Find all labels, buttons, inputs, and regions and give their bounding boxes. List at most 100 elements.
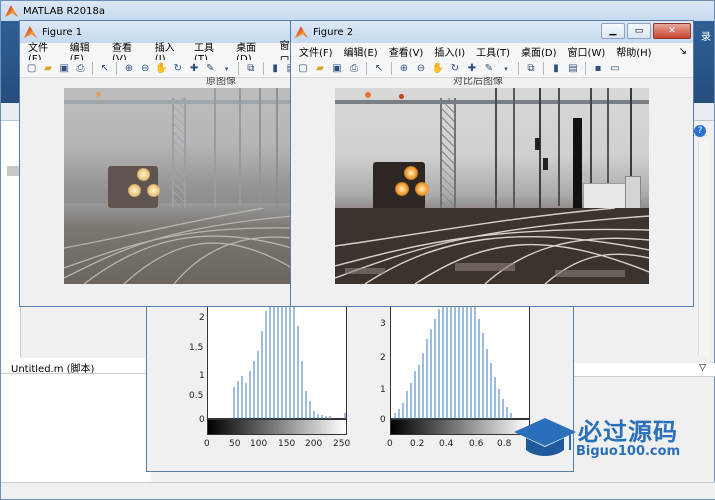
pan-icon[interactable]: ✋ bbox=[431, 62, 445, 76]
help-icon[interactable]: ? bbox=[694, 125, 706, 137]
figure2-menubar: 文件(F) 编辑(E) 查看(V) 插入(I) 工具(T) 桌面(D) 窗口(W… bbox=[291, 43, 693, 60]
link-plot-icon[interactable]: ⧉ bbox=[524, 62, 538, 76]
colorbar-icon[interactable]: ▮ bbox=[268, 62, 281, 76]
brush-icon[interactable]: ✎ bbox=[204, 62, 217, 76]
toolbar-separator bbox=[238, 62, 240, 75]
left-xtick-0: 0 bbox=[204, 439, 210, 449]
editor-area[interactable] bbox=[1, 374, 151, 484]
data-cursor-icon[interactable]: ✚ bbox=[465, 62, 479, 76]
right-hist-axes bbox=[390, 291, 530, 419]
data-cursor-icon[interactable]: ✚ bbox=[187, 62, 200, 76]
chevron-down-icon[interactable]: ▽ bbox=[699, 363, 706, 373]
left-hist-bars bbox=[233, 291, 346, 419]
toolbar-separator bbox=[116, 62, 118, 75]
matlab-logo-icon bbox=[5, 5, 18, 17]
maximize-button[interactable]: ▭ bbox=[627, 23, 651, 39]
figure1-title: Figure 1 bbox=[42, 26, 83, 38]
status-bar bbox=[1, 482, 715, 499]
figure2-titlebar[interactable]: Figure 2 ▁ ▭ ✕ bbox=[291, 21, 693, 43]
ribbon-right-label[interactable]: 录 bbox=[701, 28, 711, 43]
right-colorbar bbox=[390, 419, 530, 435]
left-ytick-1: 1 bbox=[199, 371, 205, 381]
right-ytick-3: 3 bbox=[380, 319, 386, 329]
open-folder-icon[interactable]: ▰ bbox=[313, 62, 327, 76]
hide-plot-tools-icon[interactable]: ▪ bbox=[591, 62, 605, 76]
menu-file[interactable]: 文件(F) bbox=[299, 44, 333, 59]
enhanced-contrast-train-image bbox=[335, 88, 649, 284]
watermark-logo: 必过源码 Biguo100.com bbox=[512, 410, 708, 466]
matlab-title: MATLAB R2018a bbox=[23, 5, 106, 17]
pointer-icon[interactable]: ↖ bbox=[372, 62, 386, 76]
right-ytick-0: 0 bbox=[380, 415, 386, 425]
show-plot-tools-icon[interactable]: ▭ bbox=[608, 62, 622, 76]
figure2-image-title: 对比后图像 bbox=[453, 77, 503, 87]
menu-insert[interactable]: 插入(I) bbox=[434, 44, 465, 59]
left-xtick-100: 100 bbox=[250, 439, 268, 449]
left-ytick-0: 0 bbox=[199, 415, 205, 425]
figure-icon bbox=[24, 26, 37, 38]
menu-tools[interactable]: 工具(T) bbox=[476, 44, 510, 59]
figure1-image-title: 原图像 bbox=[206, 77, 236, 87]
right-ytick-1: 1 bbox=[380, 385, 386, 395]
zoom-in-icon[interactable]: ⊕ bbox=[122, 62, 135, 76]
figure1-toolbar: ▢ ▰ ▣ ⎙ ↖ ⊕ ⊖ ✋ ↻ ✚ ✎ ▾ ⧉ ▮ ▤ bbox=[20, 60, 298, 78]
new-file-icon[interactable]: ▢ bbox=[296, 62, 310, 76]
menu-view[interactable]: 查看(V) bbox=[389, 44, 424, 59]
minimize-button[interactable]: ▁ bbox=[601, 23, 625, 39]
pan-icon[interactable]: ✋ bbox=[155, 62, 168, 76]
open-folder-icon[interactable]: ▰ bbox=[41, 62, 54, 76]
left-panel-marker bbox=[7, 166, 19, 176]
close-button[interactable]: ✕ bbox=[653, 23, 691, 39]
colorbar-icon[interactable]: ▮ bbox=[549, 62, 563, 76]
print-icon[interactable]: ⎙ bbox=[74, 62, 87, 76]
matlab-titlebar: MATLAB R2018a bbox=[1, 1, 714, 21]
pointer-icon[interactable]: ↖ bbox=[98, 62, 111, 76]
toolbar-separator bbox=[92, 62, 94, 75]
left-xtick-200: 200 bbox=[305, 439, 323, 449]
link-plot-icon[interactable]: ⧉ bbox=[244, 62, 257, 76]
menu-edit[interactable]: 编辑(E) bbox=[344, 44, 378, 59]
figure2-window: Figure 2 ▁ ▭ ✕ 文件(F) 编辑(E) 查看(V) 插入(I) 工… bbox=[290, 20, 694, 307]
left-panel bbox=[1, 121, 21, 361]
zoom-in-icon[interactable]: ⊕ bbox=[397, 62, 411, 76]
original-foggy-train-image bbox=[64, 88, 292, 284]
graduation-cap-icon bbox=[514, 418, 576, 456]
rotate-icon[interactable]: ↻ bbox=[448, 62, 462, 76]
zoom-out-icon[interactable]: ⊖ bbox=[414, 62, 428, 76]
save-icon[interactable]: ▣ bbox=[58, 62, 71, 76]
menu-window[interactable]: 窗口(W) bbox=[568, 44, 606, 59]
rotate-icon[interactable]: ↻ bbox=[171, 62, 184, 76]
save-icon[interactable]: ▣ bbox=[330, 62, 344, 76]
watermark-en-text: Biguo100.com bbox=[576, 444, 681, 459]
left-xtick-250: 250 bbox=[333, 439, 351, 449]
right-xtick-0-6: 0.6 bbox=[469, 439, 484, 449]
histogram-figure-window: 2 1.5 1 0.5 0 0 50 100 150 200 250 3 2 1… bbox=[146, 290, 574, 472]
new-file-icon[interactable]: ▢ bbox=[25, 62, 38, 76]
print-icon[interactable]: ⎙ bbox=[347, 62, 361, 76]
left-hist-axes bbox=[207, 291, 347, 419]
right-scrollbar[interactable] bbox=[698, 141, 710, 356]
menu-desktop[interactable]: 桌面(D) bbox=[521, 44, 557, 59]
figure1-window: Figure 1 文件(F) 编辑(E) 查看(V) 插入(I) 工具(T) 桌… bbox=[19, 20, 299, 307]
toolbar-separator bbox=[543, 62, 544, 75]
right-xtick-0-2: 0.2 bbox=[410, 439, 425, 449]
chevron-down-icon[interactable]: ▾ bbox=[220, 62, 233, 76]
right-hist-bars bbox=[394, 291, 512, 419]
right-xtick-0: 0 bbox=[387, 439, 393, 449]
dock-arrow-icon[interactable]: ↘ bbox=[679, 46, 687, 57]
legend-icon[interactable]: ▤ bbox=[566, 62, 580, 76]
left-xtick-150: 150 bbox=[278, 439, 296, 449]
left-ytick-0-5: 0.5 bbox=[189, 391, 204, 401]
chevron-down-icon[interactable]: ▾ bbox=[499, 62, 513, 76]
toolbar-separator bbox=[366, 62, 367, 75]
left-ytick-1-5: 1.5 bbox=[189, 343, 204, 353]
watermark-cn-text: 必过源码 bbox=[578, 418, 678, 446]
toolbar-separator bbox=[585, 62, 586, 75]
toolbar-separator bbox=[262, 62, 264, 75]
editor-tab-label[interactable]: Untitled.m (脚本) bbox=[11, 360, 94, 375]
brush-icon[interactable]: ✎ bbox=[482, 62, 496, 76]
toolbar-separator bbox=[391, 62, 392, 75]
left-xtick-50: 50 bbox=[229, 439, 241, 449]
menu-help[interactable]: 帮助(H) bbox=[616, 44, 651, 59]
zoom-out-icon[interactable]: ⊖ bbox=[139, 62, 152, 76]
